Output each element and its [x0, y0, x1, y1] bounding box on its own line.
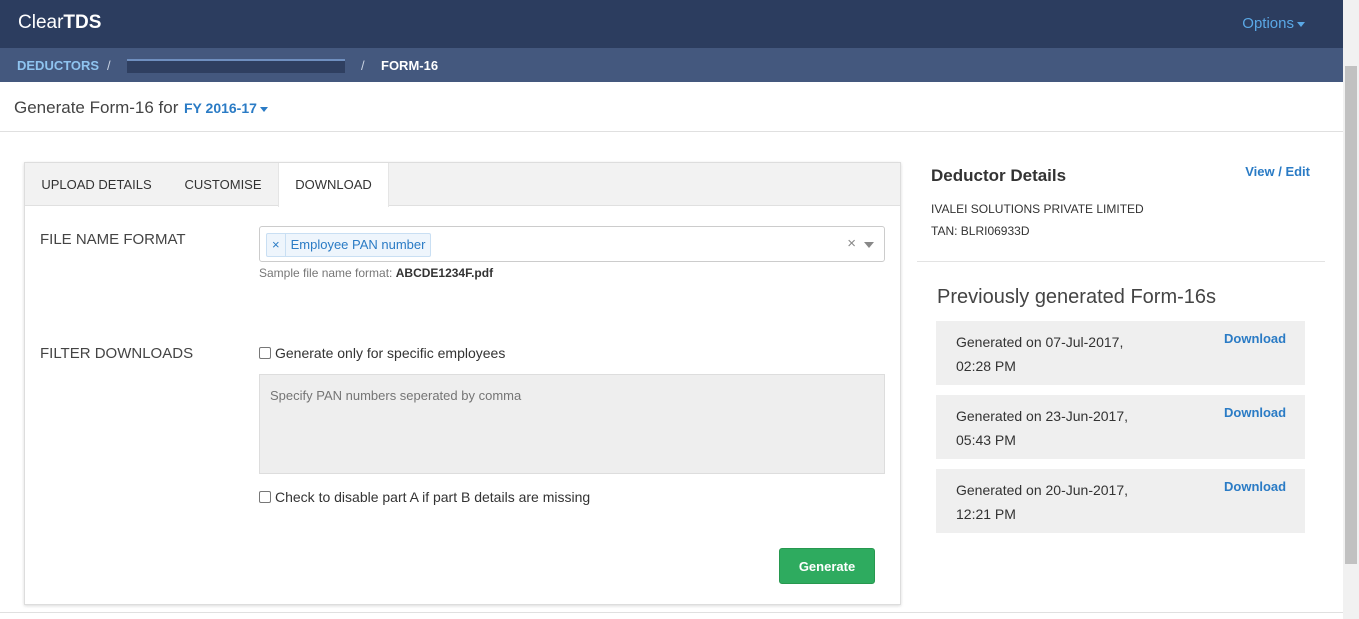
- breadcrumb-deductor-redacted[interactable]: [127, 59, 345, 73]
- specific-employees-checkbox[interactable]: [259, 347, 271, 359]
- pan-numbers-input[interactable]: [259, 374, 885, 474]
- tab-bar: UPLOAD DETAILS CUSTOMISE DOWNLOAD: [25, 163, 900, 207]
- disable-part-a-label: Check to disable part A if part B detail…: [275, 489, 591, 505]
- breadcrumb-separator: /: [361, 58, 365, 73]
- chip-label: Employee PAN number: [290, 237, 426, 252]
- generated-date: Generated on 23-Jun-2017, 05:43 PM: [956, 404, 1128, 452]
- sample-prefix: Sample file name format:: [259, 266, 393, 280]
- download-link[interactable]: Download: [1224, 479, 1286, 494]
- clear-icon[interactable]: ×: [847, 235, 856, 252]
- breadcrumb-deductors[interactable]: DEDUCTORS: [17, 58, 99, 73]
- disable-part-a-option: Check to disable part A if part B detail…: [259, 489, 590, 505]
- generated-time-line: 02:28 PM: [956, 358, 1016, 374]
- breadcrumb-separator: /: [107, 58, 111, 73]
- format-chip: × Employee PAN number: [266, 233, 432, 257]
- tab-download[interactable]: DOWNLOAD: [278, 163, 389, 207]
- specific-employees-label: Generate only for specific employees: [275, 345, 506, 361]
- filter-downloads-label: FILTER DOWNLOADS: [40, 345, 194, 362]
- footer-divider: [0, 612, 1343, 613]
- deductor-tan: TAN: BLRI06933D: [931, 224, 1030, 238]
- generated-date-line: Generated on 07-Jul-2017,: [956, 334, 1124, 350]
- deductor-name: IVALEI SOLUTIONS PRIVATE LIMITED: [931, 202, 1144, 216]
- generate-button[interactable]: Generate: [779, 548, 875, 584]
- options-menu[interactable]: Options: [1242, 15, 1305, 32]
- fy-label: FY 2016-17: [184, 100, 257, 116]
- top-navbar: ClearTDS Options: [0, 0, 1343, 48]
- list-item: Generated on 23-Jun-2017, 05:43 PM Downl…: [936, 395, 1305, 459]
- options-label: Options: [1242, 15, 1294, 32]
- breadcrumb-current: FORM-16: [381, 58, 439, 73]
- download-link[interactable]: Download: [1224, 405, 1286, 420]
- dropdown-arrow-icon[interactable]: [864, 242, 874, 248]
- sample-file-name: Sample file name format: ABCDE1234F.pdf: [259, 266, 493, 280]
- logo-light-text: Clear: [18, 12, 64, 33]
- generated-date: Generated on 07-Jul-2017, 02:28 PM: [956, 330, 1123, 378]
- file-name-format-label: FILE NAME FORMAT: [40, 231, 186, 248]
- list-item: Generated on 07-Jul-2017, 02:28 PM Downl…: [936, 321, 1305, 385]
- app-logo[interactable]: ClearTDS: [18, 12, 101, 34]
- generated-date: Generated on 20-Jun-2017, 12:21 PM: [956, 478, 1128, 526]
- caret-down-icon: [259, 106, 268, 112]
- generated-time-line: 05:43 PM: [956, 432, 1016, 448]
- scrollbar-thumb[interactable]: [1345, 66, 1357, 564]
- generated-date-line: Generated on 23-Jun-2017,: [956, 408, 1129, 424]
- view-edit-link[interactable]: View / Edit: [1245, 164, 1310, 179]
- page-scrollbar[interactable]: [1343, 0, 1359, 619]
- chip-remove-icon[interactable]: ×: [267, 234, 286, 256]
- download-link[interactable]: Download: [1224, 331, 1286, 346]
- sample-value: ABCDE1234F.pdf: [395, 266, 494, 280]
- tab-upload-details[interactable]: UPLOAD DETAILS: [25, 163, 168, 206]
- caret-down-icon: [1297, 21, 1305, 27]
- list-item: Generated on 20-Jun-2017, 12:21 PM Downl…: [936, 469, 1305, 533]
- generated-date-line: Generated on 20-Jun-2017,: [956, 482, 1129, 498]
- previous-forms-title: Previously generated Form-16s: [937, 286, 1217, 308]
- tab-customise[interactable]: CUSTOMISE: [168, 163, 278, 206]
- deductor-details: Deductor Details View / Edit IVALEI SOLU…: [917, 162, 1325, 262]
- page-title: Generate Form-16 for: [14, 98, 179, 117]
- logo-bold-text: TDS: [63, 12, 102, 33]
- file-name-format-select[interactable]: × Employee PAN number ×: [259, 226, 885, 262]
- page-subheader: Generate Form-16 for FY 2016-17: [0, 82, 1343, 132]
- disable-part-a-checkbox[interactable]: [259, 491, 271, 503]
- generated-time-line: 12:21 PM: [956, 506, 1016, 522]
- deductor-title: Deductor Details: [931, 166, 1067, 185]
- specific-employees-option: Generate only for specific employees: [259, 345, 505, 361]
- form16-panel: UPLOAD DETAILS CUSTOMISE DOWNLOAD FILE N…: [24, 162, 901, 605]
- fy-selector[interactable]: FY 2016-17: [184, 100, 268, 116]
